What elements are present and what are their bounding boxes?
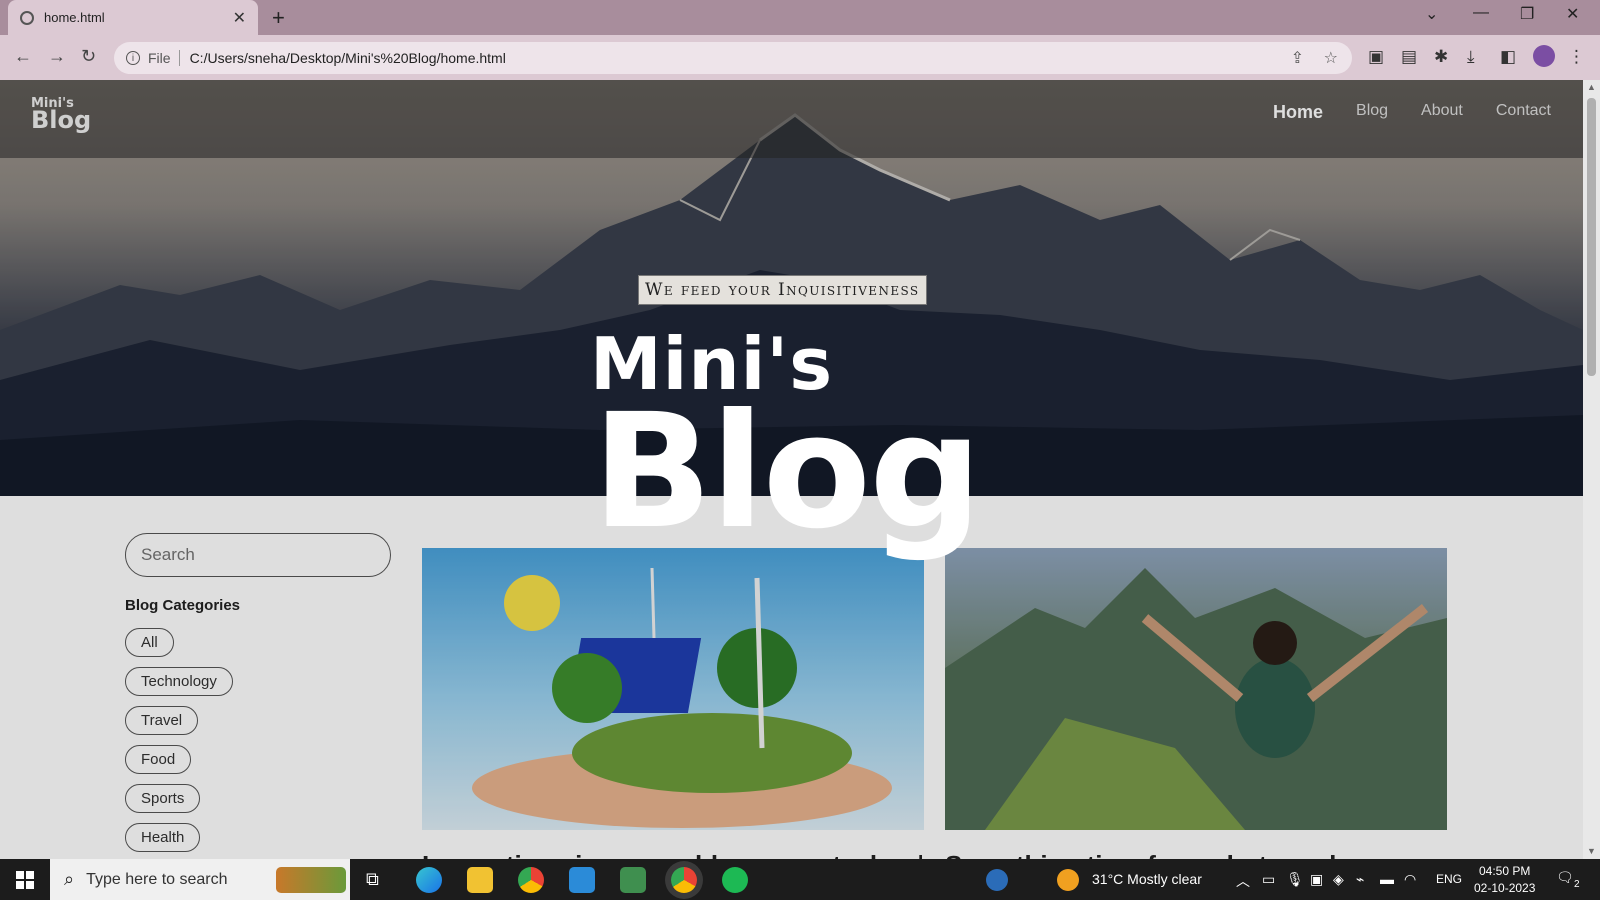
browser-tab[interactable]: home.html ✕ [8, 0, 258, 35]
category-sports[interactable]: Sports [125, 784, 201, 813]
clock-date: 02-10-2023 [1474, 881, 1536, 895]
category-technology[interactable]: Technology [125, 667, 233, 696]
weather-text[interactable]: 31°C Mostly clear [1092, 871, 1202, 887]
close-tab-icon[interactable]: ✕ [233, 8, 246, 28]
reload-icon[interactable]: ↻ [81, 46, 96, 67]
cast-icon[interactable]: ▣ [1368, 47, 1384, 67]
restore-icon[interactable]: ❐ [1520, 4, 1534, 24]
vscode-icon[interactable] [569, 867, 595, 893]
nav-about[interactable]: About [1421, 102, 1463, 123]
tab-title: home.html [44, 10, 105, 25]
system-clock[interactable]: 04:50 PM 02-10-2023 [1474, 863, 1535, 897]
back-icon[interactable]: ← [14, 46, 32, 67]
battery-icon[interactable]: ▬ [1380, 871, 1394, 887]
hero-title-line-2: Blog [592, 380, 982, 564]
extensions-puzzle-icon[interactable]: ✱ [1434, 47, 1448, 67]
travel-illustration [945, 568, 1447, 830]
nav-contact[interactable]: Contact [1496, 102, 1551, 123]
nav-home[interactable]: Home [1273, 102, 1323, 123]
search-highlight-icon[interactable] [276, 867, 346, 893]
scroll-thumb[interactable] [1587, 98, 1596, 376]
image-extension-icon[interactable]: ▤ [1401, 47, 1417, 67]
category-food[interactable]: Food [125, 745, 192, 774]
post-title[interactable]: Something time for a photo and [945, 850, 1445, 859]
nav-blog[interactable]: Blog [1356, 102, 1388, 123]
address-separator [178, 50, 180, 66]
tab-search-icon[interactable]: ⌄ [1425, 4, 1438, 24]
site-logo[interactable]: Mini's Blog [31, 97, 92, 134]
scroll-down-icon[interactable]: ▼ [1587, 846, 1596, 856]
spotify-icon[interactable] [722, 867, 748, 893]
address-bar[interactable]: i File C:/Users/sneha/Desktop/Mini's%20B… [114, 42, 1352, 74]
info-icon[interactable]: i [126, 51, 140, 65]
task-view-icon[interactable]: ⧉ [366, 869, 379, 890]
new-tab-icon[interactable]: + [272, 5, 285, 31]
globe-icon [20, 10, 34, 25]
minimize-icon[interactable]: — [1473, 4, 1489, 22]
search-icon: ⌕ [64, 869, 75, 889]
language-indicator[interactable]: ENG [1436, 872, 1462, 886]
scroll-up-icon[interactable]: ▲ [1587, 82, 1596, 92]
browser-tab-bar: home.html ✕ + ⌄ — ❐ ✕ [0, 0, 1600, 35]
share-icon[interactable]: ⇪ [1291, 48, 1304, 68]
notification-count: 2 [1574, 879, 1580, 890]
taskbar-search-placeholder: Type here to search [86, 870, 228, 888]
download-icon[interactable]: ⤓ [1467, 47, 1475, 67]
windows-start-icon[interactable] [0, 859, 50, 900]
renewable-energy-illustration [472, 567, 892, 828]
logo-big-text: Blog [31, 105, 92, 134]
profile-avatar[interactable] [1533, 45, 1555, 67]
show-hidden-icons[interactable]: ︿ [1236, 871, 1250, 891]
bookmark-star-icon[interactable]: ☆ [1324, 48, 1338, 68]
post-image-travel[interactable] [945, 548, 1447, 830]
nav-links: Home Blog About Contact [1273, 102, 1551, 123]
category-health[interactable]: Health [125, 823, 201, 852]
category-travel[interactable]: Travel [125, 706, 199, 735]
notification-center-icon[interactable]: 🗨 [1556, 869, 1574, 886]
search-input[interactable] [125, 533, 391, 577]
close-window-icon[interactable]: ✕ [1566, 4, 1579, 24]
meet-icon[interactable]: ▭ [1262, 871, 1275, 888]
weather-moon-icon[interactable] [1057, 869, 1079, 891]
category-all[interactable]: All [125, 628, 174, 657]
defender-icon[interactable]: ◈ [1333, 871, 1344, 888]
categories-heading: Blog Categories [125, 597, 241, 614]
page-scrollbar[interactable]: ▲ ▼ [1583, 80, 1600, 859]
chrome-active-icon[interactable] [671, 867, 697, 893]
notepad-icon[interactable] [620, 867, 646, 893]
category-list: All Technology Travel Food Sports Health [125, 628, 391, 852]
microphone-icon[interactable]: 🎙 [1286, 871, 1304, 888]
menu-kebab-icon[interactable]: ⋮ [1568, 47, 1585, 67]
file-explorer-icon[interactable] [467, 867, 493, 893]
network-icon[interactable]: ⌁ [1356, 871, 1364, 888]
edge-icon[interactable] [416, 867, 442, 893]
sidebar: Blog Categories All Technology Travel Fo… [125, 533, 391, 852]
web-page: Mini's Blog Home Blog About Contact We f… [0, 80, 1583, 859]
url-text[interactable]: C:/Users/sneha/Desktop/Mini's%20Blog/hom… [190, 50, 506, 66]
post-image-renewable-energy[interactable] [422, 548, 924, 830]
forward-icon[interactable]: → [48, 46, 66, 67]
post-title[interactable]: Innovations in renewable energy technolo… [422, 850, 922, 859]
side-panel-icon[interactable]: ◧ [1500, 47, 1516, 67]
display-icon[interactable]: ▣ [1310, 871, 1323, 888]
url-scheme-label: File [148, 50, 171, 66]
wifi-icon[interactable]: ◠ [1404, 871, 1416, 888]
chrome-icon[interactable] [518, 867, 544, 893]
help-icon[interactable] [986, 869, 1008, 891]
browser-toolbar: ← → ↻ i File C:/Users/sneha/Desktop/Mini… [0, 35, 1600, 80]
hero-tagline: We feed your Inquisitiveness [638, 275, 927, 305]
site-navbar: Mini's Blog Home Blog About Contact [0, 80, 1583, 158]
windows-taskbar: ⌕ Type here to search ⧉ 31°C Mostly clea… [0, 859, 1600, 900]
clock-time: 04:50 PM [1479, 864, 1531, 878]
